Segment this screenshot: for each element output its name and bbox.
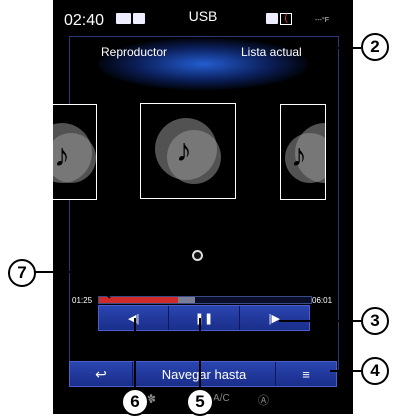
callout-line <box>279 320 361 322</box>
progress-thumb[interactable] <box>178 297 195 303</box>
callout-number: 3 <box>370 311 380 330</box>
callout-number: 2 <box>370 37 380 56</box>
source-title: USB <box>188 8 218 24</box>
tab-current-list[interactable]: Lista actual <box>241 45 302 59</box>
callout-badge: 5 <box>186 388 214 416</box>
callout-line <box>330 370 361 372</box>
total-time: 06:01 <box>312 296 333 305</box>
callout-badge: 6 <box>121 388 149 416</box>
next-icon: |▶ <box>268 312 280 325</box>
callout-line <box>134 318 136 389</box>
album-cover-current[interactable]: ♪ <box>140 103 236 199</box>
next-track-button[interactable]: |▶ <box>240 306 309 330</box>
navigate-to-button[interactable]: Navegar hasta <box>133 362 276 386</box>
callout-number: 4 <box>370 361 380 380</box>
multimedia-screen: 02:40 USB ( ---°F Reproductor Lista actu… <box>53 0 353 414</box>
back-icon: ↩ <box>95 365 107 382</box>
callout-badge: 2 <box>361 33 389 61</box>
navigate-to-label: Navegar hasta <box>161 366 247 382</box>
album-cover-previous[interactable]: ♪ <box>53 104 97 200</box>
album-cover-next[interactable]: ♪ <box>280 104 326 200</box>
callout-line <box>199 318 201 389</box>
status-icons-right: ( <box>266 13 292 25</box>
music-note-icon: ♪ <box>291 137 307 173</box>
phone-call-icon: ( <box>280 13 292 25</box>
pause-icon: ❚❚ <box>194 312 214 325</box>
music-note-icon: ♪ <box>54 137 70 173</box>
tab-player[interactable]: Reproductor <box>101 45 167 59</box>
phone-status-icon <box>266 13 278 24</box>
callout-badge: 4 <box>361 357 389 385</box>
callout-line <box>34 271 111 299</box>
callout-number: 5 <box>195 392 205 411</box>
progress-bar[interactable] <box>98 296 312 304</box>
callout-number: 7 <box>17 263 27 282</box>
callout-badge: 3 <box>361 307 389 335</box>
play-pause-button[interactable]: ❚❚ <box>169 306 240 330</box>
callout-line <box>304 47 353 49</box>
music-note-icon: ♪ <box>176 132 192 168</box>
bottom-nav-bar: ↩ Navegar hasta ≡ <box>69 361 337 387</box>
temperature: ---°F <box>315 17 330 24</box>
callout-badge: 7 <box>8 259 36 287</box>
auto-climate-icon[interactable]: Ⓐ <box>258 392 269 408</box>
playback-controls: ◀| ❚❚ |▶ <box>98 305 310 331</box>
page-indicator-dot <box>192 250 203 261</box>
ac-label[interactable]: A/C <box>213 393 230 404</box>
callout-line <box>353 47 361 49</box>
list-button[interactable]: ≡ <box>276 362 336 386</box>
back-button[interactable]: ↩ <box>70 362 133 386</box>
callout-number: 6 <box>130 392 140 411</box>
list-icon: ≡ <box>302 366 310 382</box>
